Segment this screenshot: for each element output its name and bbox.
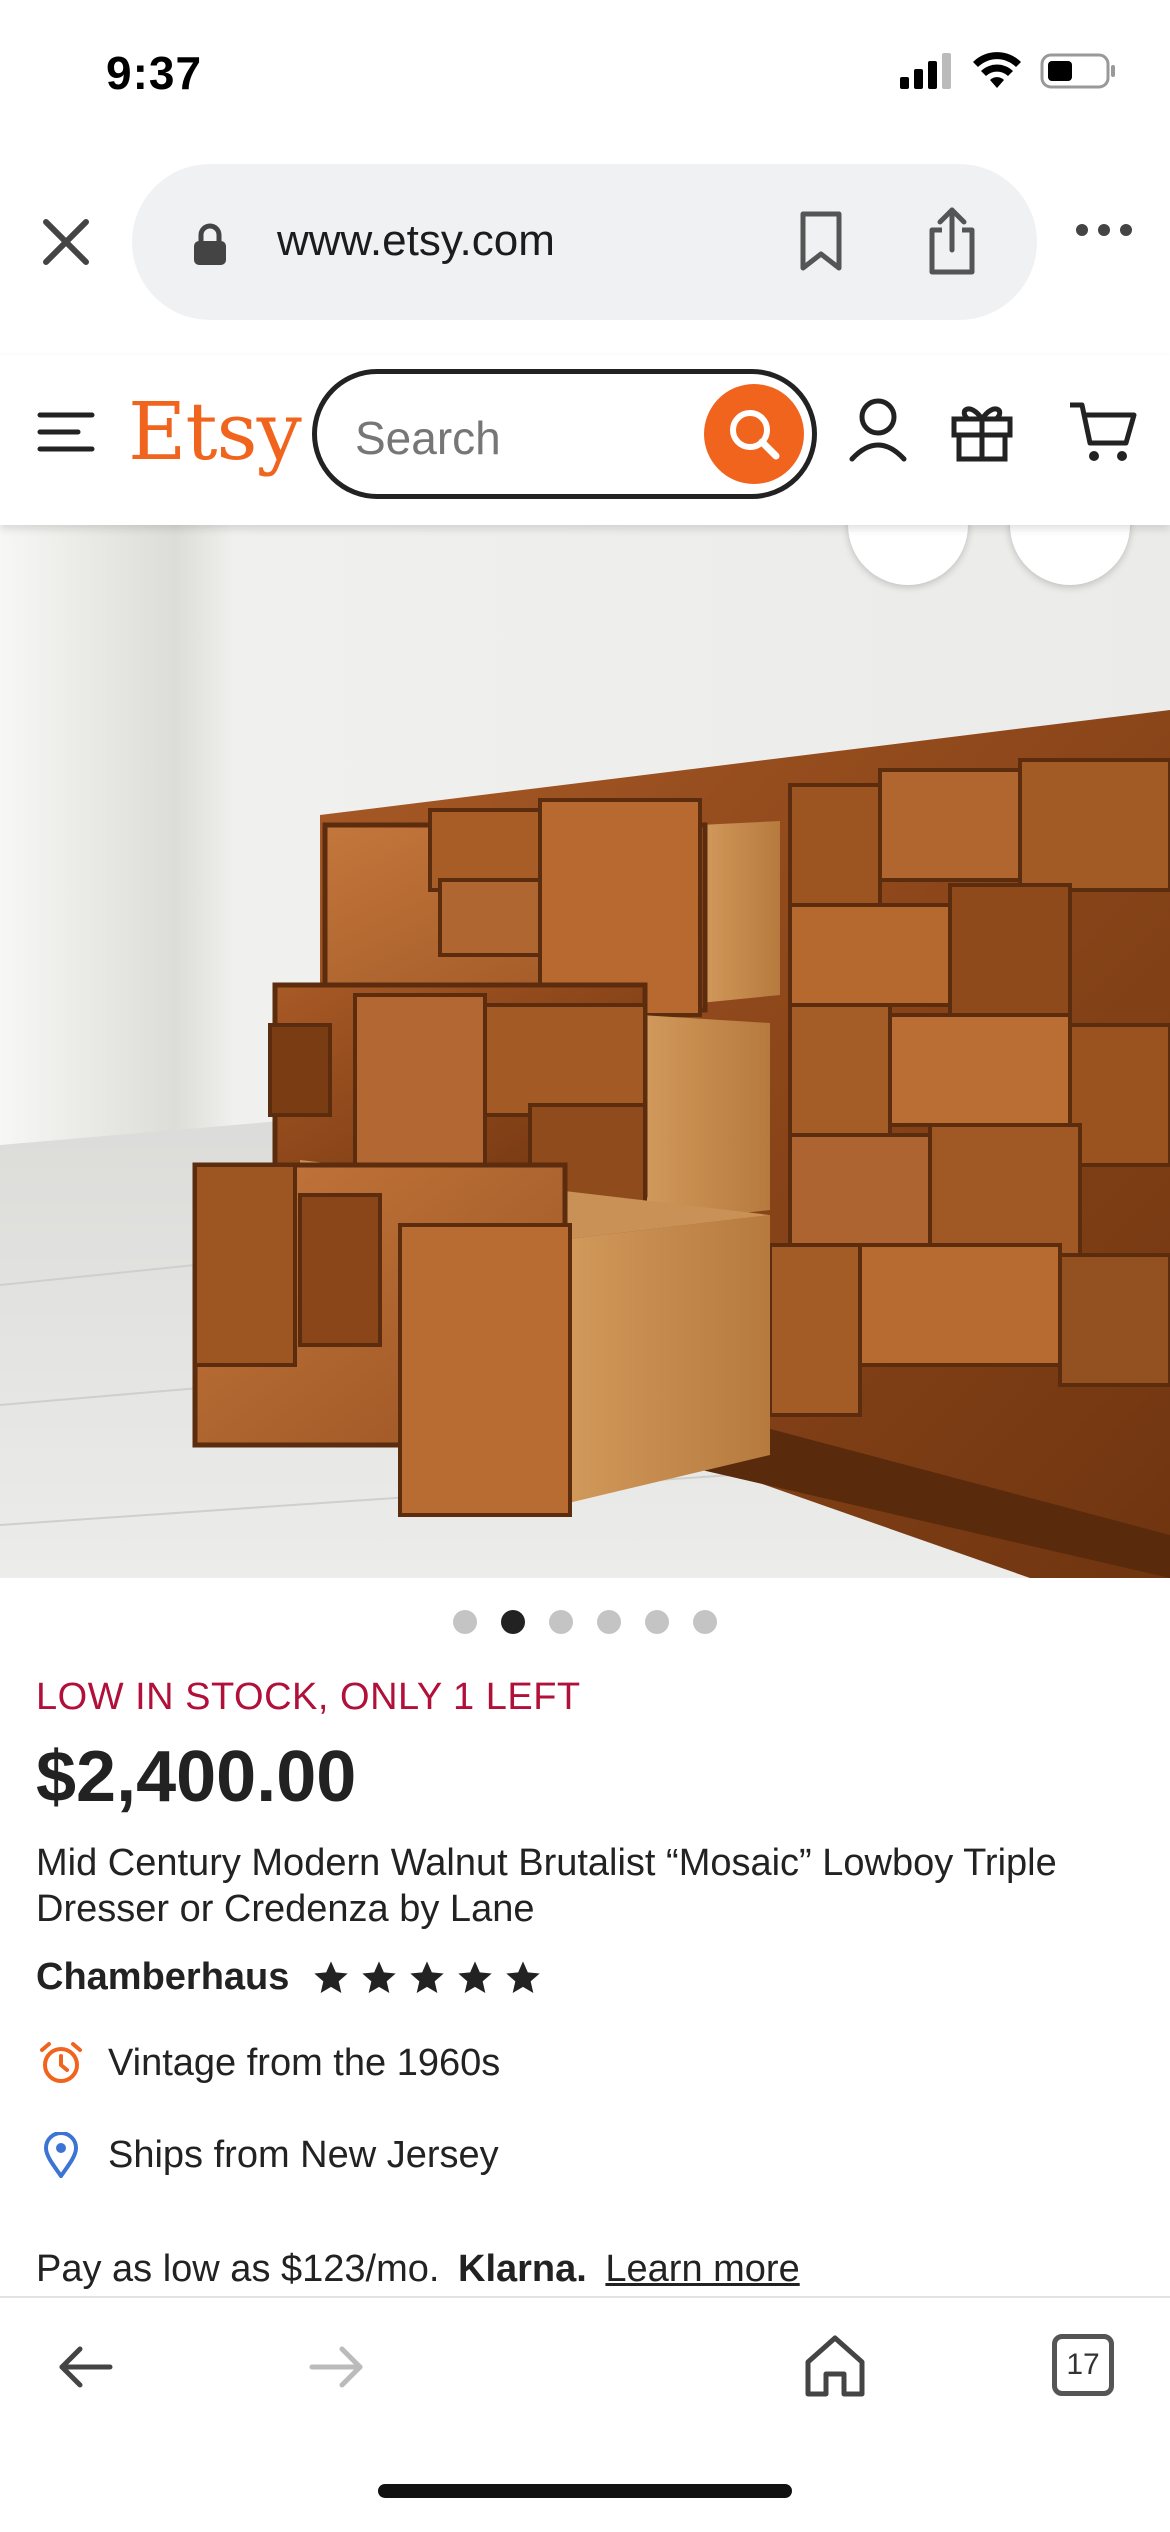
wifi-icon	[973, 52, 1021, 88]
cellular-signal-icon	[900, 53, 951, 89]
stock-warning: LOW IN STOCK, ONLY 1 LEFT	[36, 1676, 581, 1718]
back-arrow-icon[interactable]	[56, 2342, 116, 2392]
share-icon[interactable]	[924, 204, 980, 276]
battery-icon	[1040, 53, 1115, 89]
carousel-dot[interactable]	[453, 1610, 477, 1634]
star-icon	[458, 1960, 493, 1993]
site-header: Etsy Search	[0, 355, 1170, 525]
search-placeholder: Search	[355, 412, 501, 464]
shipping-detail: Ships from New Jersey	[36, 2132, 499, 2178]
payment-text: Pay as low as $123/mo.	[36, 2248, 440, 2290]
carousel-dot[interactable]	[693, 1610, 717, 1634]
carousel-dot[interactable]	[645, 1610, 669, 1634]
product-image[interactable]	[0, 525, 1170, 1578]
forward-arrow-icon[interactable]	[306, 2342, 366, 2392]
home-indicator	[378, 2484, 792, 2498]
location-pin-icon	[43, 2132, 79, 2178]
star-icon	[410, 1960, 445, 1993]
shop-name[interactable]: Chamberhaus	[36, 1956, 289, 1999]
search-input[interactable]: Search	[312, 369, 817, 499]
home-icon[interactable]	[802, 2332, 868, 2398]
etsy-logo[interactable]: Etsy	[128, 385, 302, 478]
payment-info: Pay as low as $123/mo. Klarna. Learn mor…	[36, 2248, 800, 2291]
dresser-photo	[0, 525, 1170, 1578]
address-bar[interactable]: www.etsy.com	[132, 164, 1037, 320]
rating-stars[interactable]	[311, 1958, 543, 1998]
close-icon	[43, 219, 89, 265]
browser-bar: www.etsy.com	[0, 160, 1170, 325]
vintage-detail: Vintage from the 1960s	[36, 2040, 500, 2086]
bookmark-icon[interactable]	[797, 210, 845, 272]
cart-icon[interactable]	[1068, 399, 1138, 465]
shop-row: Chamberhaus	[36, 1956, 543, 1999]
star-icon	[362, 1960, 397, 1993]
carousel-dot[interactable]	[549, 1610, 573, 1634]
carousel-dot-active[interactable]	[501, 1610, 525, 1634]
search-icon	[730, 410, 780, 460]
search-button[interactable]	[704, 384, 804, 484]
shipping-text: Ships from New Jersey	[108, 2133, 499, 2176]
lock-icon	[194, 223, 226, 265]
star-icon	[314, 1960, 349, 1993]
tabs-button[interactable]: 17	[1052, 2334, 1114, 2396]
gift-icon[interactable]	[950, 397, 1014, 463]
menu-icon[interactable]	[36, 407, 96, 457]
price: $2,400.00	[36, 1737, 357, 1817]
status-time: 9:37	[106, 47, 203, 99]
close-browser-button[interactable]	[36, 212, 96, 272]
vintage-text: Vintage from the 1960s	[108, 2041, 501, 2084]
listing-title: Mid Century Modern Walnut Brutalist “Mos…	[36, 1842, 1057, 1930]
star-icon	[506, 1960, 541, 1993]
more-options-icon[interactable]	[1072, 220, 1136, 240]
status-icons	[900, 52, 1116, 90]
carousel-dot[interactable]	[597, 1610, 621, 1634]
url-text: www.etsy.com	[277, 216, 555, 265]
image-carousel-dots	[0, 1610, 1170, 1634]
learn-more-link[interactable]: Learn more	[605, 2248, 799, 2290]
status-bar: 9:37	[0, 0, 1170, 150]
alarm-clock-icon	[40, 2042, 82, 2083]
user-icon[interactable]	[848, 397, 908, 463]
klarna-logo: Klarna.	[458, 2248, 587, 2290]
